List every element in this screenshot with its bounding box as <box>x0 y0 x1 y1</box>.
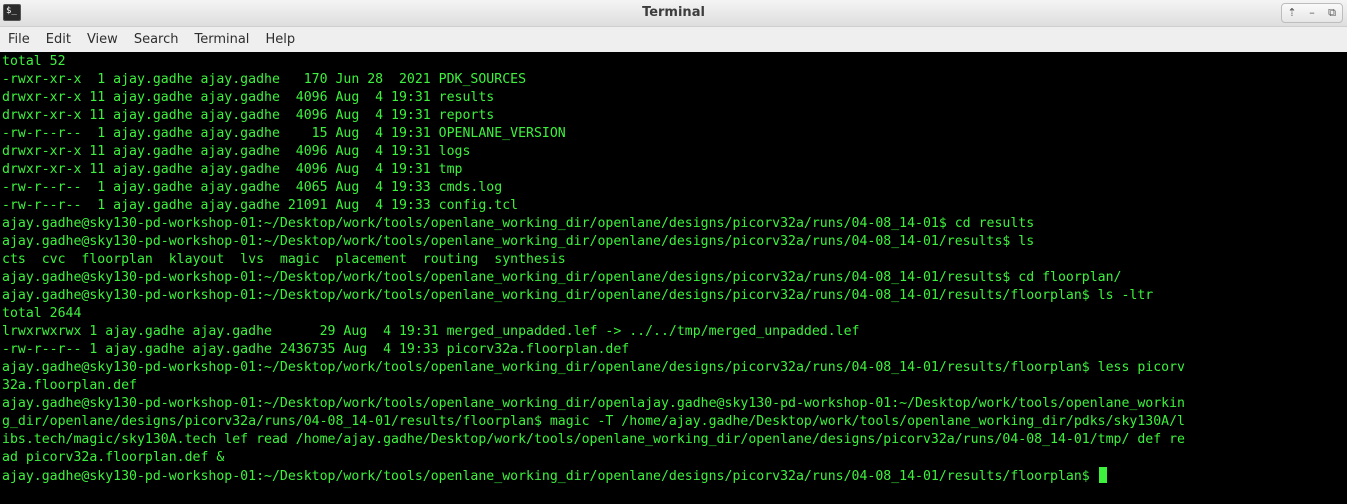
terminal-line: ajay.gadhe@sky130-pd-workshop-01:~/Deskt… <box>2 360 1185 375</box>
terminal-line: ad picorv32a.floorplan.def & <box>2 450 225 465</box>
maximize-icon[interactable]: ⧉ <box>1322 4 1342 22</box>
terminal-line: -rw-r--r-- 1 ajay.gadhe ajay.gadhe 4065 … <box>2 180 503 195</box>
terminal-line: total 2644 <box>2 306 82 321</box>
terminal-line: -rw-r--r-- 1 ajay.gadhe ajay.gadhe 24367… <box>2 342 630 357</box>
terminal-line: -rwxr-xr-x 1 ajay.gadhe ajay.gadhe 170 J… <box>2 72 527 87</box>
terminal-line: ibs.tech/magic/sky130A.tech lef read /ho… <box>2 432 1185 447</box>
terminal-prompt: ajay.gadhe@sky130-pd-workshop-01:~/Deskt… <box>2 469 1098 484</box>
terminal-line: drwxr-xr-x 11 ajay.gadhe ajay.gadhe 4096… <box>2 144 471 159</box>
menu-search[interactable]: Search <box>128 27 185 52</box>
terminal-line: drwxr-xr-x 11 ajay.gadhe ajay.gadhe 4096… <box>2 90 495 105</box>
terminal-line: -rw-r--r-- 1 ajay.gadhe ajay.gadhe 21091… <box>2 198 519 213</box>
text-cursor <box>1098 467 1107 483</box>
terminal-line: lrwxrwxrwx 1 ajay.gadhe ajay.gadhe 29 Au… <box>2 324 860 339</box>
terminal-line: g_dir/openlane/designs/picorv32a/runs/04… <box>2 414 1185 429</box>
terminal-prompt-line[interactable]: ajay.gadhe@sky130-pd-workshop-01:~/Deskt… <box>2 467 1345 485</box>
menu-edit[interactable]: Edit <box>40 27 77 52</box>
roll-up-icon[interactable]: ⇡ <box>1282 4 1302 22</box>
terminal-output[interactable]: total 52 -rwxr-xr-x 1 ajay.gadhe ajay.gad… <box>0 52 1347 504</box>
menu-view[interactable]: View <box>81 27 124 52</box>
menu-terminal[interactable]: Terminal <box>188 27 255 52</box>
title-bar[interactable]: $_ Terminal ⇡ – ⧉ <box>0 0 1347 27</box>
terminal-line: ajay.gadhe@sky130-pd-workshop-01:~/Deskt… <box>2 270 1122 285</box>
window-title: Terminal <box>642 5 705 20</box>
window-controls: ⇡ – ⧉ <box>1281 3 1343 23</box>
minimize-icon[interactable]: – <box>1302 4 1322 22</box>
terminal-line: 32a.floorplan.def <box>2 378 137 393</box>
terminal-line: ajay.gadhe@sky130-pd-workshop-01:~/Deskt… <box>2 396 1185 411</box>
terminal-line: ajay.gadhe@sky130-pd-workshop-01:~/Deskt… <box>2 234 1035 249</box>
terminal-line: ajay.gadhe@sky130-pd-workshop-01:~/Deskt… <box>2 288 1154 303</box>
terminal-line: drwxr-xr-x 11 ajay.gadhe ajay.gadhe 4096… <box>2 162 463 177</box>
terminal-line: -rw-r--r-- 1 ajay.gadhe ajay.gadhe 15 Au… <box>2 126 566 141</box>
terminal-line: total 52 <box>2 54 66 69</box>
terminal-line: drwxr-xr-x 11 ajay.gadhe ajay.gadhe 4096… <box>2 108 495 123</box>
menu-file[interactable]: File <box>2 27 36 52</box>
menu-bar: File Edit View Search Terminal Help <box>0 27 1347 53</box>
terminal-line: ajay.gadhe@sky130-pd-workshop-01:~/Deskt… <box>2 216 1035 231</box>
menu-help[interactable]: Help <box>259 27 301 52</box>
terminal-line: cts cvc floorplan klayout lvs magic plac… <box>2 252 566 267</box>
